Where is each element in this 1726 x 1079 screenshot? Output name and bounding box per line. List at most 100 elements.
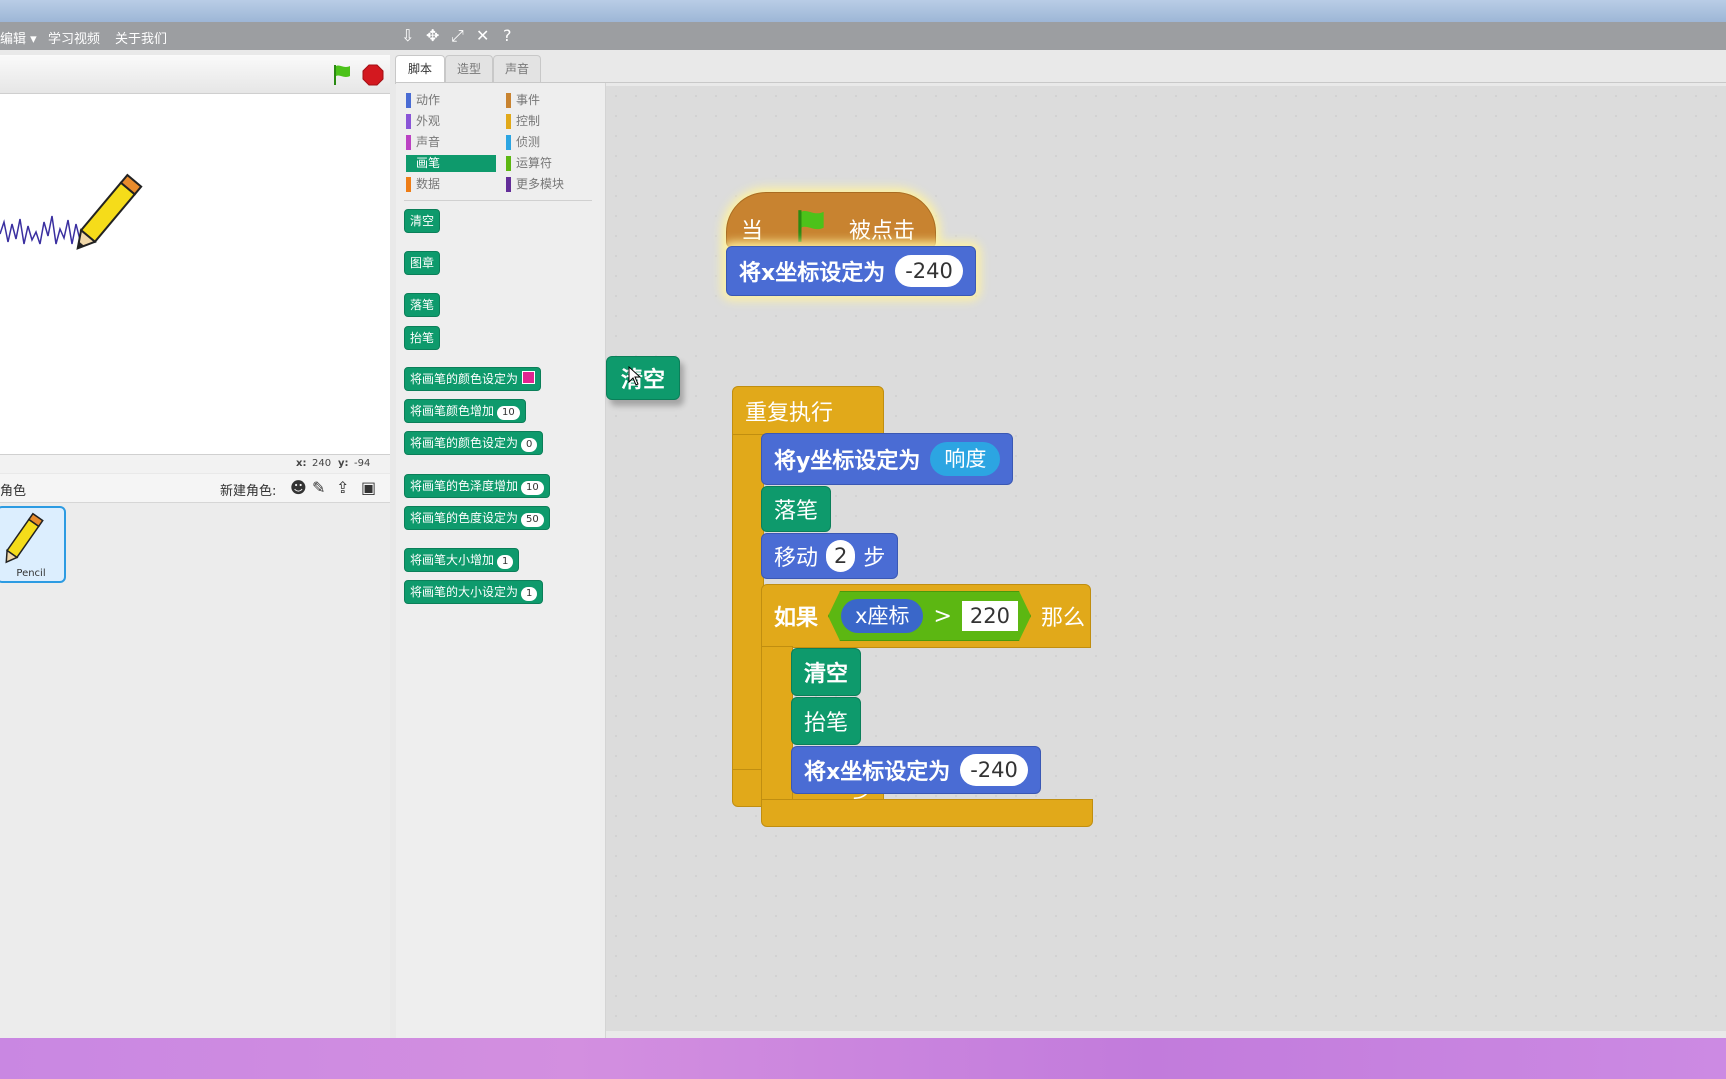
block-label: 清空 (804, 662, 849, 687)
operator-symbol: > (933, 603, 952, 629)
set-x-input[interactable]: -240 (895, 255, 963, 287)
palette-block-change-pen-color[interactable]: 将画笔颜色增加 10 (404, 399, 526, 423)
x-position-reporter[interactable]: x座标 (841, 599, 923, 633)
sprite-thumbnail[interactable]: Pencil (0, 506, 66, 583)
shrink-icon[interactable]: ✕ (476, 26, 489, 45)
loudness-reporter[interactable]: 响度 (930, 442, 1001, 476)
then-label: 那么 (1040, 606, 1085, 631)
menu-tutorials[interactable]: 学习视频 (48, 28, 100, 47)
block-label: 抬笔 (410, 331, 435, 345)
palette-block-pen-up[interactable]: 抬笔 (404, 326, 441, 350)
palette-block-set-pen-color-swatch[interactable]: 将画笔的颜色设定为 (404, 367, 542, 391)
category-data[interactable]: 数据 (406, 176, 496, 193)
palette-block-clear[interactable]: 清空 (404, 209, 441, 233)
menu-bar: 编辑 ▾ 学习视频 关于我们 ⇩ ✥ ⤢ ✕ ? (0, 22, 1726, 50)
sprite-pane-header: 角色 新建角色: ☻ ✎ ⇪ ▣ (0, 474, 390, 503)
category-pen[interactable]: 画笔 (406, 155, 496, 172)
block-label: 将画笔的大小设定为 (410, 585, 519, 599)
block-label: 将画笔颜色增加 (410, 404, 495, 418)
pen-down-block[interactable]: 落笔 (761, 486, 832, 532)
palette-block-stamp[interactable]: 图章 (404, 251, 441, 275)
script-area[interactable]: 当 被点击 将x坐标设定为 -240 清空 重复执行 ⤴ 将y坐标设定为 响度 … (606, 86, 1726, 1031)
paint-sprite-icon[interactable]: ✎ (312, 478, 325, 497)
block-label: 将画笔大小增加 (410, 553, 495, 567)
category-label: 动作 (416, 93, 441, 107)
pen-up-block[interactable]: 抬笔 (791, 697, 862, 745)
block-input[interactable]: 10 (497, 406, 520, 420)
category-more-blocks[interactable]: 更多模块 (506, 176, 596, 193)
category-color-bar (506, 177, 511, 192)
category-label: 外观 (416, 114, 441, 128)
help-icon[interactable]: ? (503, 26, 512, 45)
menu-about[interactable]: 关于我们 (115, 28, 167, 47)
when-flag-clicked-block[interactable]: 当 被点击 (726, 192, 936, 248)
move-prefix: 移动 (774, 546, 819, 571)
compare-value-input[interactable]: 220 (962, 601, 1018, 631)
grow-icon[interactable]: ⤢ (451, 26, 464, 46)
category-looks[interactable]: 外观 (406, 113, 496, 130)
choose-sprite-icon[interactable]: ☻ (290, 478, 307, 497)
category-motion[interactable]: 动作 (406, 92, 496, 109)
pencil-sprite-icon (76, 173, 143, 250)
set-x-block-inner[interactable]: 将x坐标设定为 -240 (791, 746, 1041, 794)
block-label: 将x坐标设定为 (804, 760, 951, 785)
move-steps-block[interactable]: 移动 2 步 (761, 533, 899, 579)
block-input[interactable]: 1 (497, 555, 514, 569)
menu-edit[interactable]: 编辑 ▾ (0, 28, 37, 47)
palette-block-change-pen-shade[interactable]: 将画笔的色泽度增加 10 (404, 474, 550, 498)
tab-scripts[interactable]: 脚本 (395, 55, 445, 84)
duplicate-icon[interactable]: ⇩ (401, 26, 414, 45)
tab-sounds[interactable]: 声音 (493, 55, 541, 83)
green-flag-icon[interactable] (330, 63, 354, 91)
stage[interactable] (0, 94, 390, 455)
sprites-title: 角色 (0, 484, 27, 499)
mouse-coordinates: x: 240 y: -94 (0, 455, 390, 473)
category-sensing[interactable]: 侦测 (506, 134, 596, 151)
y-value: -94 (354, 458, 371, 469)
category-label: 侦测 (516, 135, 541, 149)
category-label: 声音 (416, 135, 441, 149)
move-steps-input[interactable]: 2 (826, 540, 856, 572)
block-input[interactable]: 50 (521, 513, 544, 527)
block-input[interactable]: 10 (521, 481, 544, 495)
stop-icon[interactable] (362, 64, 384, 90)
tab-costumes[interactable]: 造型 (445, 55, 493, 83)
block-input[interactable]: 1 (521, 587, 538, 601)
category-sound[interactable]: 声音 (406, 134, 496, 151)
palette-block-pen-down[interactable]: 落笔 (404, 293, 441, 317)
window-top-strip (0, 0, 1726, 22)
category-control[interactable]: 控制 (506, 113, 596, 130)
green-flag-icon (791, 207, 831, 251)
dragged-clear-block[interactable]: 清空 (606, 356, 681, 400)
color-swatch[interactable] (522, 371, 536, 384)
if-block-header: 如果 x座标 > 220 那么 (761, 584, 1091, 648)
pen-trail (0, 215, 89, 245)
category-label: 画笔 (416, 156, 441, 170)
category-operators[interactable]: 运算符 (506, 155, 596, 172)
sprite-name: Pencil (16, 568, 46, 579)
palette-block-change-pen-size[interactable]: 将画笔大小增加 1 (404, 548, 520, 572)
block-label: 将x坐标设定为 (739, 261, 886, 286)
category-color-bar (506, 156, 511, 171)
category-events[interactable]: 事件 (506, 92, 596, 109)
palette-block-set-pen-color[interactable]: 将画笔的颜色设定为 0 (404, 431, 544, 455)
block-label: 将画笔的颜色设定为 (410, 372, 519, 386)
block-input[interactable]: 0 (521, 438, 538, 452)
set-y-block[interactable]: 将y坐标设定为 响度 (761, 433, 1014, 485)
clear-block[interactable]: 清空 (791, 648, 862, 696)
upload-sprite-icon[interactable]: ⇪ (336, 478, 349, 497)
set-x-block[interactable]: 将x坐标设定为 -240 (726, 246, 976, 296)
greater-than-operator[interactable]: x座标 > 220 (828, 591, 1031, 641)
if-label: 如果 (774, 606, 819, 631)
camera-icon[interactable]: ▣ (361, 478, 376, 497)
palette-block-set-pen-shade[interactable]: 将画笔的色度设定为 50 (404, 506, 550, 530)
block-label: 图章 (410, 256, 435, 270)
category-color-bar (406, 114, 411, 129)
palette-block-set-pen-size[interactable]: 将画笔的大小设定为 1 (404, 580, 544, 604)
cut-icon[interactable]: ✥ (426, 26, 439, 45)
category-label: 事件 (516, 93, 541, 107)
forever-block-header: 重复执行 (732, 386, 884, 436)
set-x-input[interactable]: -240 (960, 754, 1028, 786)
y-label: y: (338, 458, 349, 469)
desktop-bottom-bar (0, 1038, 1726, 1079)
